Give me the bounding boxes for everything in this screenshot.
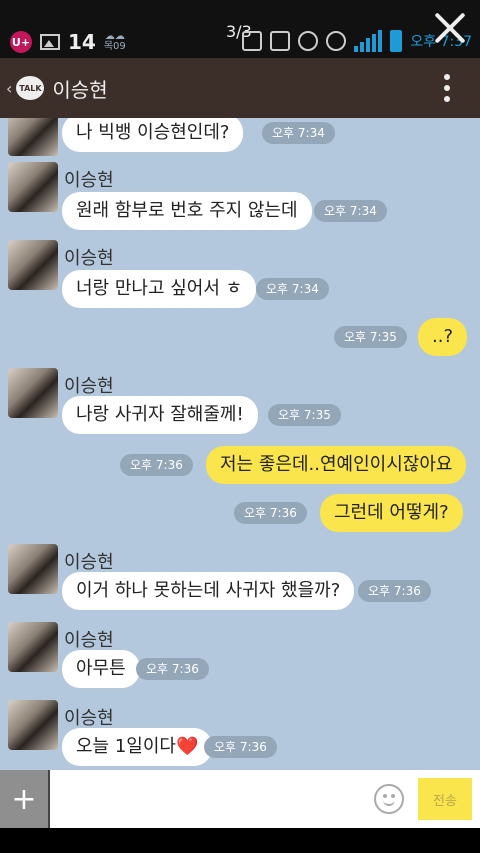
avatar[interactable]	[8, 544, 58, 594]
sender-name: 이승현	[64, 170, 114, 191]
message-time: 오후 7:36	[136, 658, 209, 680]
status-left-icons: U+ 14 ☁☁ 목09	[10, 30, 126, 54]
message-bubble: 아무튼	[62, 650, 140, 688]
send-button[interactable]: 전송	[418, 778, 472, 820]
message-time: 오후 7:36	[120, 454, 193, 476]
avatar[interactable]	[8, 368, 58, 418]
gallery-icon	[40, 34, 60, 50]
message-time: 오후 7:35	[268, 404, 341, 426]
avatar[interactable]	[8, 118, 58, 156]
avatar[interactable]	[8, 622, 58, 672]
talk-icon: TALK	[16, 76, 45, 100]
sender-name: 이승현	[64, 708, 114, 729]
close-icon[interactable]	[434, 12, 466, 44]
sender-name: 이승현	[64, 376, 114, 397]
message-time: 오후 7:35	[334, 326, 407, 348]
message-bubble: ..?	[418, 318, 467, 356]
message-bubble: 저는 좋은데..연예인이시잖아요	[206, 446, 467, 484]
message-time: 오후 7:34	[262, 122, 335, 144]
message-time: 오후 7:36	[358, 580, 431, 602]
signal-icon	[354, 30, 383, 52]
sender-name: 이승현	[64, 248, 114, 269]
screen-share-icon	[242, 31, 263, 51]
bottom-bezel	[0, 828, 480, 853]
sender-name: 이승현	[64, 630, 114, 651]
status-bar: U+ 14 ☁☁ 목09 3/3 오후 7:37	[0, 0, 480, 58]
message-bubble: 오늘 1일이다❤️	[62, 728, 213, 766]
message-time: 오후 7:36	[234, 502, 307, 524]
avatar[interactable]	[8, 240, 58, 290]
weather-label: 목09	[103, 41, 126, 52]
message-time: 오후 7:34	[314, 200, 387, 222]
message-time: 오후 7:36	[204, 736, 277, 758]
alarm-icon	[298, 31, 319, 51]
battery-icon	[390, 30, 403, 52]
back-chevron-icon[interactable]: ‹	[6, 79, 12, 98]
input-bar: + 전송	[0, 770, 480, 828]
message-bubble: 나랑 사귀자 잘해줄께!	[62, 396, 258, 434]
message-bubble: 너랑 만나고 싶어서 ㅎ	[62, 270, 257, 308]
attach-plus-button[interactable]: +	[0, 770, 48, 828]
lg-uplus-icon: U+	[10, 31, 32, 53]
chat-title: 이승현	[52, 77, 108, 102]
message-time: 오후 7:34	[256, 278, 329, 300]
chat-area[interactable]: 나 빅뱅 이승현인데? 오후 7:34 이승현 원래 함부로 번호 주지 않는데…	[0, 118, 480, 770]
message-bubble: 나 빅뱅 이승현인데?	[62, 118, 244, 152]
more-menu-icon[interactable]	[444, 74, 450, 102]
sender-name: 이승현	[64, 552, 114, 573]
message-input[interactable]	[48, 770, 366, 828]
message-bubble: 원래 함부로 번호 주지 않는데	[62, 192, 312, 230]
notification-count: 14	[68, 30, 96, 54]
mute-icon	[270, 31, 291, 51]
avatar[interactable]	[8, 162, 58, 212]
message-bubble: 그런데 어떻게?	[320, 494, 463, 532]
emoticon-icon[interactable]	[374, 784, 404, 814]
message-bubble: 이거 하나 못하는데 사귀자 했을까?	[62, 572, 355, 610]
weather-icon: ☁☁ 목09	[104, 32, 126, 52]
wifi-icon	[326, 31, 347, 51]
chat-header: ‹ TALK 이승현	[0, 58, 480, 118]
avatar[interactable]	[8, 700, 58, 750]
